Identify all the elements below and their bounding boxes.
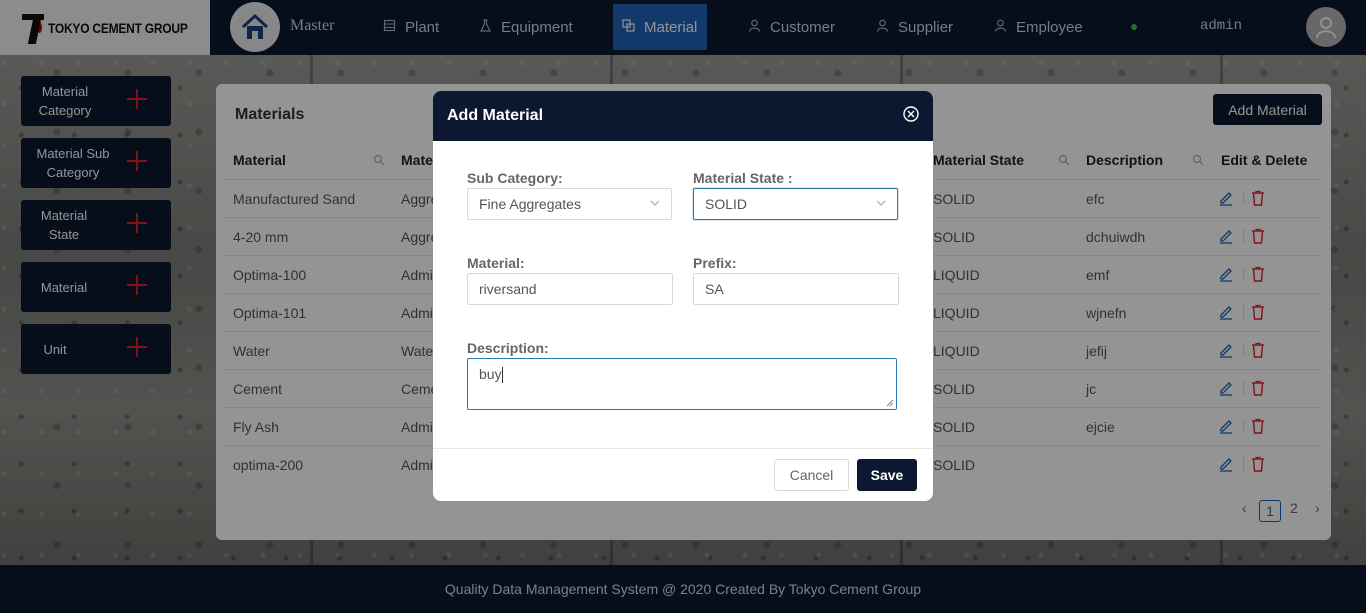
description-textarea[interactable]: buy — [467, 358, 897, 410]
prefix-label: Prefix: — [693, 255, 737, 271]
material-state-value: SOLID — [705, 196, 748, 212]
material-input-value: riversand — [479, 281, 537, 297]
prefix-input-value: SA — [705, 281, 724, 297]
text-caret — [501, 367, 503, 384]
chevron-down-icon — [650, 200, 660, 206]
sub-category-select[interactable]: Fine Aggregates — [467, 188, 672, 220]
sub-category-value: Fine Aggregates — [479, 196, 581, 212]
sub-category-label: Sub Category: — [467, 170, 563, 186]
modal-header: Add Material — [433, 91, 933, 141]
material-state-label: Material State : — [693, 170, 793, 186]
add-material-modal: Add Material Sub Category: Fine Aggregat… — [433, 91, 933, 501]
modal-title: Add Material — [447, 107, 544, 124]
material-state-select[interactable]: SOLID — [693, 188, 898, 220]
prefix-input[interactable]: SA — [693, 273, 899, 305]
description-value: buy — [479, 366, 502, 382]
modal-footer-divider — [433, 448, 933, 449]
material-input[interactable]: riversand — [467, 273, 673, 305]
close-icon[interactable] — [902, 105, 920, 123]
save-button[interactable]: Save — [857, 459, 917, 491]
description-label: Description: — [467, 340, 549, 356]
material-label: Material: — [467, 255, 525, 271]
chevron-down-icon — [876, 200, 886, 206]
cancel-button[interactable]: Cancel — [774, 459, 849, 491]
resize-handle-icon[interactable] — [886, 399, 894, 407]
